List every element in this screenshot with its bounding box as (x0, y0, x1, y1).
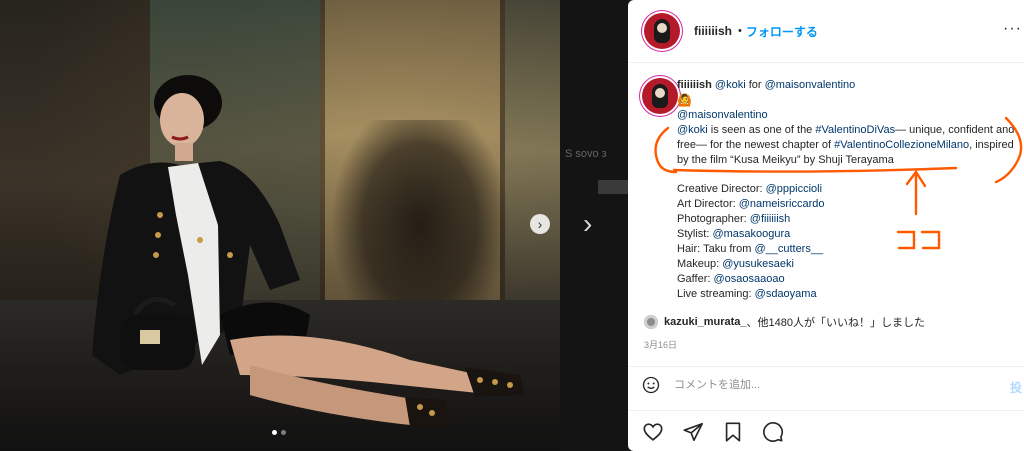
backdrop-text: Ѕ ѕоvо з (565, 148, 607, 160)
heart-icon[interactable] (642, 421, 664, 443)
credit-line: Creative Director: @pppiccioli (677, 182, 1017, 197)
comment-icon[interactable] (762, 421, 784, 443)
credit-line: Live streaming: @sdaoyama (677, 287, 1017, 302)
post-date[interactable]: 3月16日 (644, 338, 677, 351)
share-icon[interactable] (682, 421, 704, 443)
backdrop-strip (598, 180, 628, 194)
mention-link[interactable]: @maisonvalentino (765, 79, 856, 91)
carousel-dot-active (272, 430, 277, 435)
caption-avatar[interactable] (642, 78, 678, 114)
credit-handle-link[interactable]: @pppiccioli (766, 183, 822, 195)
credit-role: Makeup: (677, 258, 723, 270)
caption-username[interactable]: fiiiiiish (677, 79, 712, 91)
credit-handle-link[interactable]: @osaosaaoao (713, 273, 784, 285)
post-header: fiiiiiish • フォローする ··· (628, 0, 1024, 63)
modal-backdrop[interactable] (560, 0, 628, 451)
credit-line: Art Director: @nameisriccardo (677, 197, 1017, 212)
model-figure (92, 75, 525, 427)
likes-text[interactable]: 、他1480人が「いいね！」しました (747, 314, 925, 330)
mention-link[interactable]: @maisonvalentino (677, 108, 1017, 123)
carousel-next-icon[interactable]: › (530, 214, 550, 234)
hashtag-link[interactable]: #ValentinoCollezioneMilano (834, 139, 969, 151)
bookmark-icon[interactable] (722, 421, 744, 443)
carousel-dots (272, 430, 286, 435)
comment-input[interactable] (672, 378, 976, 392)
likes-summary: kazuki_murata_ 、他1480人が「いいね！」しました (644, 314, 925, 330)
credit-role: Hair: Taku from (677, 243, 755, 255)
caption-paragraph: @koki is seen as one of the #ValentinoDi… (677, 123, 1017, 168)
post-photo[interactable]: › (0, 0, 560, 451)
credit-role: Stylist: (677, 228, 713, 240)
credit-role: Live streaming: (677, 288, 755, 300)
credit-role: Art Director: (677, 198, 739, 210)
liker-avatar[interactable] (644, 315, 658, 329)
avatar[interactable] (644, 13, 680, 49)
separator-dot: • (738, 25, 742, 37)
carousel-dot (281, 430, 286, 435)
credit-line: Gaffer: @osaosaaoao (677, 272, 1017, 287)
credit-handle-link[interactable]: @fiiiiiish (750, 213, 791, 225)
post-side-panel: fiiiiiish • フォローする ··· fiiiiiish @koki f… (628, 0, 1024, 451)
mention-link[interactable]: @koki (677, 124, 708, 136)
caption-body: fiiiiiish @koki for @maisonvalentino 🙆 @… (677, 78, 1017, 302)
credit-line: Makeup: @yusukesaeki (677, 257, 1017, 272)
comment-bar: 投 (628, 366, 1024, 403)
mention-link[interactable]: @koki (715, 79, 746, 91)
credits-list: Creative Director: @pppiccioli Art Direc… (677, 182, 1017, 302)
caption-emoji: 🙆 (677, 93, 692, 107)
caption-area: fiiiiiish @koki for @maisonvalentino 🙆 @… (628, 62, 1024, 307)
header-username[interactable]: fiiiiiish (694, 24, 732, 38)
post-comment-button[interactable]: 投 (1010, 379, 1022, 396)
credit-line: Photographer: @fiiiiiish (677, 212, 1017, 227)
credit-line: Hair: Taku from @__cutters__ (677, 242, 1017, 257)
emoji-icon[interactable] (642, 376, 660, 394)
credit-role: Gaffer: (677, 273, 714, 285)
credit-handle-link[interactable]: @masakoogura (712, 228, 790, 240)
more-icon[interactable]: ··· (1003, 20, 1022, 38)
credit-handle-link[interactable]: @yusukesaeki (722, 258, 794, 270)
next-post-chevron-icon[interactable]: › (583, 210, 592, 238)
credit-role: Creative Director: (677, 183, 766, 195)
credit-handle-link[interactable]: @__cutters__ (754, 243, 823, 255)
caption-text: for (745, 79, 765, 91)
hashtag-link[interactable]: #ValentinoDiVas (815, 124, 895, 136)
follow-button[interactable]: フォローする (746, 23, 818, 40)
action-bar (628, 410, 1024, 451)
credit-handle-link[interactable]: @sdaoyama (755, 288, 817, 300)
credit-handle-link[interactable]: @nameisriccardo (739, 198, 825, 210)
liker-username[interactable]: kazuki_murata_ (664, 316, 747, 328)
credit-line: Stylist: @masakoogura (677, 227, 1017, 242)
caption-text: is seen as one of the (707, 124, 816, 136)
credit-role: Photographer: (677, 213, 750, 225)
